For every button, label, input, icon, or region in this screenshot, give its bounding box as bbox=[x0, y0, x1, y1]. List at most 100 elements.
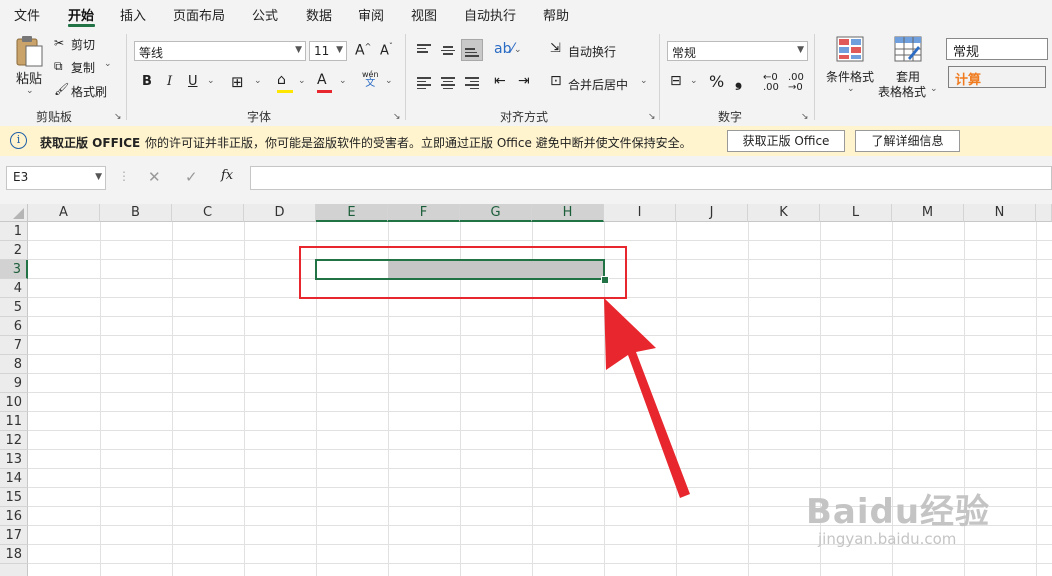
align-bottom-button[interactable] bbox=[461, 39, 483, 61]
cut-button[interactable]: 剪切 bbox=[71, 36, 95, 53]
row-header[interactable]: 17 bbox=[0, 526, 28, 545]
menu-insert[interactable]: 插入 bbox=[120, 5, 146, 24]
name-box[interactable]: E3 ▼ bbox=[6, 166, 106, 190]
column-header-partial[interactable] bbox=[1036, 204, 1052, 222]
menu-automate[interactable]: 自动执行 bbox=[464, 5, 516, 24]
column-header[interactable]: F bbox=[388, 204, 460, 222]
style-calculation[interactable]: 计算 bbox=[948, 66, 1046, 88]
font-color-dropdown-icon[interactable]: ⌄ bbox=[339, 76, 347, 86]
column-header[interactable]: J bbox=[676, 204, 748, 222]
select-all-button[interactable] bbox=[0, 204, 28, 222]
font-launcher-icon[interactable]: ↘ bbox=[393, 112, 401, 122]
resize-handle-icon[interactable]: ⋮ bbox=[118, 169, 130, 183]
conditional-format-button[interactable]: 条件格式 bbox=[826, 68, 874, 85]
phonetic-guide-icon[interactable]: wén 文 bbox=[362, 70, 379, 89]
table-format-dropdown-icon[interactable]: ⌄ bbox=[930, 84, 938, 94]
underline-button[interactable]: U bbox=[188, 74, 198, 89]
row-header[interactable]: 3 bbox=[0, 260, 28, 279]
decrease-decimal-icon[interactable]: .00 →0 bbox=[788, 73, 804, 93]
row-header-partial[interactable] bbox=[0, 564, 28, 576]
cancel-icon[interactable]: ✕ bbox=[148, 168, 161, 186]
align-right-icon[interactable] bbox=[465, 75, 479, 91]
merge-dropdown-icon[interactable]: ⌄ bbox=[640, 76, 648, 86]
borders-dropdown-icon[interactable]: ⌄ bbox=[254, 76, 262, 86]
font-color-button[interactable]: A bbox=[317, 72, 332, 93]
column-header[interactable]: G bbox=[460, 204, 532, 222]
paste-button[interactable]: 粘贴 bbox=[16, 68, 42, 87]
row-header[interactable]: 15 bbox=[0, 488, 28, 507]
column-header[interactable]: L bbox=[820, 204, 892, 222]
increase-indent-icon[interactable]: ⇥ bbox=[518, 73, 530, 89]
column-header[interactable]: A bbox=[28, 204, 100, 222]
column-header[interactable]: B bbox=[100, 204, 172, 222]
underline-dropdown-icon[interactable]: ⌄ bbox=[207, 76, 215, 86]
shrink-font-button[interactable]: Aˇ bbox=[380, 42, 393, 58]
row-header[interactable]: 6 bbox=[0, 317, 28, 336]
phonetic-dropdown-icon[interactable]: ⌄ bbox=[385, 76, 393, 86]
accounting-dropdown-icon[interactable]: ⌄ bbox=[690, 76, 698, 86]
wrap-text-button[interactable]: 自动换行 bbox=[568, 43, 616, 60]
orientation-icon[interactable]: ab⁄ bbox=[494, 41, 514, 57]
merge-center-icon[interactable]: ⊡ bbox=[550, 73, 562, 89]
font-name-select[interactable]: 等线 ▼ bbox=[134, 41, 306, 61]
column-header[interactable]: I bbox=[604, 204, 676, 222]
clipboard-launcher-icon[interactable]: ↘ bbox=[114, 112, 122, 122]
format-painter-icon[interactable]: 🖌 bbox=[54, 82, 69, 96]
formula-input[interactable] bbox=[250, 166, 1052, 190]
number-launcher-icon[interactable]: ↘ bbox=[801, 112, 809, 122]
font-size-select[interactable]: 11 ▼ bbox=[309, 41, 347, 61]
enter-icon[interactable]: ✓ bbox=[185, 168, 198, 186]
row-header[interactable]: 16 bbox=[0, 507, 28, 526]
percent-button[interactable]: % bbox=[709, 72, 724, 91]
column-header[interactable]: H bbox=[532, 204, 604, 222]
merge-center-button[interactable]: 合并后居中 bbox=[568, 76, 628, 93]
worksheet-grid[interactable]: A B C D E F G H I J K L M N 1 2 3 4 5 6 … bbox=[0, 204, 1052, 576]
row-header[interactable]: 9 bbox=[0, 374, 28, 393]
row-header[interactable]: 18 bbox=[0, 545, 28, 564]
copy-button[interactable]: 复制 bbox=[71, 59, 95, 76]
conditional-dropdown-icon[interactable]: ⌄ bbox=[847, 84, 855, 94]
alignment-launcher-icon[interactable]: ↘ bbox=[648, 112, 656, 122]
row-header[interactable]: 2 bbox=[0, 241, 28, 260]
accounting-format-icon[interactable]: ⊟ bbox=[670, 73, 682, 89]
menu-review[interactable]: 审阅 bbox=[358, 5, 384, 24]
row-header[interactable]: 7 bbox=[0, 336, 28, 355]
align-left-icon[interactable] bbox=[417, 75, 431, 91]
italic-button[interactable]: I bbox=[167, 74, 172, 89]
grow-font-button[interactable]: A^ bbox=[355, 42, 371, 59]
copy-icon[interactable]: ⧉ bbox=[54, 59, 63, 74]
insert-function-icon[interactable]: fx bbox=[221, 168, 233, 183]
table-format-icon[interactable] bbox=[894, 36, 922, 62]
get-genuine-office-button[interactable]: 获取正版 Office bbox=[727, 130, 845, 152]
comma-style-button[interactable]: ❟ bbox=[735, 70, 742, 91]
column-header[interactable]: K bbox=[748, 204, 820, 222]
menu-view[interactable]: 视图 bbox=[411, 5, 437, 24]
row-header[interactable]: 5 bbox=[0, 298, 28, 317]
row-header[interactable]: 12 bbox=[0, 431, 28, 450]
row-header[interactable]: 14 bbox=[0, 469, 28, 488]
number-format-select[interactable]: 常规 ▼ bbox=[667, 41, 808, 61]
row-header[interactable]: 1 bbox=[0, 222, 28, 241]
paste-icon[interactable] bbox=[14, 34, 46, 68]
orientation-dropdown-icon[interactable]: ⌄ bbox=[514, 45, 522, 55]
column-header[interactable]: E bbox=[316, 204, 388, 222]
row-header[interactable]: 11 bbox=[0, 412, 28, 431]
conditional-format-icon[interactable] bbox=[836, 36, 864, 62]
column-header[interactable]: M bbox=[892, 204, 964, 222]
wrap-text-icon[interactable]: ⇲ bbox=[550, 41, 561, 56]
decrease-indent-icon[interactable]: ⇤ bbox=[494, 73, 506, 89]
align-top-icon[interactable] bbox=[417, 42, 431, 55]
cut-icon[interactable]: ✂ bbox=[54, 36, 64, 50]
borders-icon[interactable]: ⊞ bbox=[231, 73, 244, 91]
format-painter-button[interactable]: 格式刷 bbox=[71, 83, 107, 100]
learn-more-button[interactable]: 了解详细信息 bbox=[855, 130, 960, 152]
column-header[interactable]: C bbox=[172, 204, 244, 222]
style-normal[interactable]: 常规 bbox=[946, 38, 1048, 60]
fill-color-icon[interactable]: ⌂ bbox=[277, 72, 293, 93]
paste-dropdown-icon[interactable]: ⌄ bbox=[26, 86, 34, 96]
menu-page-layout[interactable]: 页面布局 bbox=[173, 5, 225, 24]
increase-decimal-icon[interactable]: ←0.00 bbox=[763, 73, 779, 93]
menu-data[interactable]: 数据 bbox=[306, 5, 332, 24]
align-middle-icon[interactable] bbox=[441, 44, 455, 57]
bold-button[interactable]: B bbox=[142, 74, 152, 89]
